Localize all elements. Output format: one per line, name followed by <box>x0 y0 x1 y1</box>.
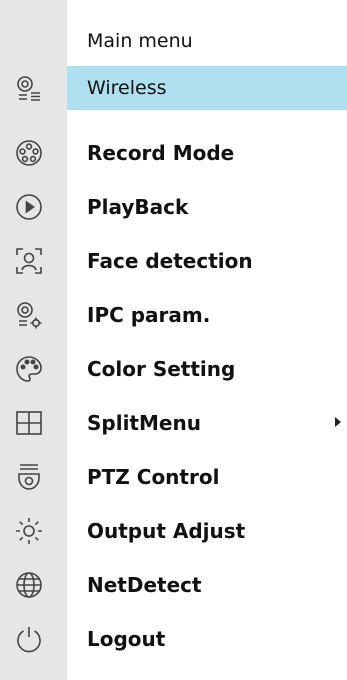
menu-item-output-adjust[interactable]: Output Adjust <box>0 504 347 558</box>
menu-item-splitmenu[interactable]: SplitMenu <box>0 396 347 450</box>
menu-item-label: Face detection <box>87 249 253 273</box>
ptz-camera-icon <box>14 462 44 492</box>
menu-header: Main menu <box>87 30 193 52</box>
menu-item-wireless[interactable]: Wireless <box>0 66 347 110</box>
menu-item-ptz-control[interactable]: PTZ Control <box>0 450 347 504</box>
face-detection-icon <box>14 246 44 276</box>
menu-item-label: PTZ Control <box>87 465 220 489</box>
brightness-icon <box>14 516 44 546</box>
submenu-arrow-icon <box>335 417 341 427</box>
play-circle-icon <box>14 192 44 222</box>
main-menu: Main menu Wireless Record Mode PlayBack … <box>0 0 347 680</box>
split-grid-icon <box>14 408 44 438</box>
film-reel-icon <box>14 138 44 168</box>
menu-item-color-setting[interactable]: Color Setting <box>0 342 347 396</box>
power-icon <box>14 624 44 654</box>
menu-item-logout[interactable]: Logout <box>0 612 347 666</box>
menu-item-ipc-param[interactable]: IPC param. <box>0 288 347 342</box>
menu-item-playback[interactable]: PlayBack <box>0 180 347 234</box>
menu-item-netdetect[interactable]: NetDetect <box>0 558 347 612</box>
menu-item-label: Wireless <box>87 77 167 99</box>
globe-icon <box>14 570 44 600</box>
menu-item-label: Logout <box>87 627 166 651</box>
camera-list-icon <box>14 74 44 104</box>
menu-item-label: Output Adjust <box>87 519 246 543</box>
menu-item-label: NetDetect <box>87 573 202 597</box>
menu-item-label: IPC param. <box>87 303 211 327</box>
menu-item-face-detection[interactable]: Face detection <box>0 234 347 288</box>
menu-item-label: Record Mode <box>87 141 235 165</box>
menu-item-label: Color Setting <box>87 357 236 381</box>
menu-item-record-mode[interactable]: Record Mode <box>0 126 347 180</box>
menu-item-label: PlayBack <box>87 195 189 219</box>
palette-icon <box>14 354 44 384</box>
menu-item-label: SplitMenu <box>87 411 201 435</box>
camera-settings-icon <box>14 300 44 330</box>
